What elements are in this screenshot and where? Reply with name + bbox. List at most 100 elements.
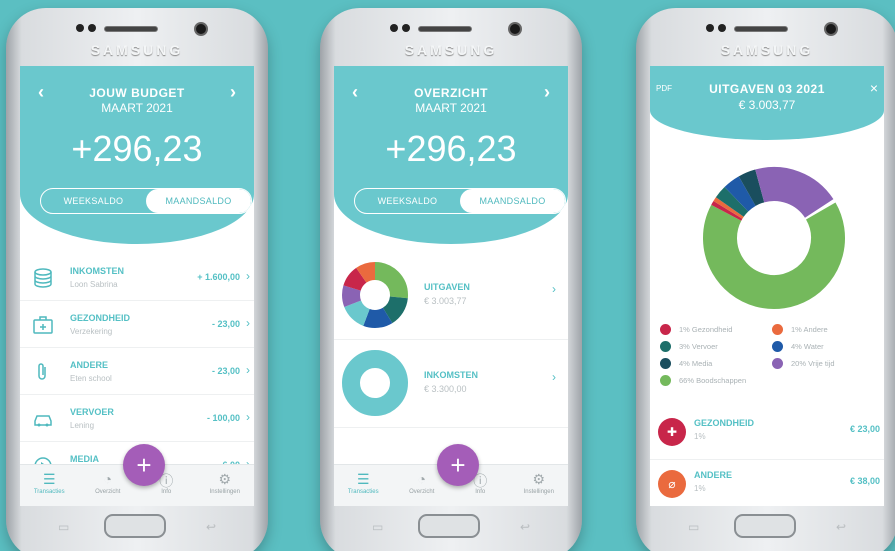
add-transaction-button[interactable]: + xyxy=(123,444,165,486)
row-value: - 23,00 xyxy=(211,366,240,376)
back-icon[interactable]: ↩ xyxy=(206,520,216,534)
phone-top-bezel: SAMSUNG xyxy=(636,8,895,66)
expenses-total: € 3.003,77 xyxy=(738,98,796,112)
row-title: INKOMSTEN xyxy=(70,266,124,276)
row-value: € 23,00 xyxy=(849,424,880,434)
tab-maandsaldo[interactable]: MAANDSALDO xyxy=(146,189,251,213)
coins-icon xyxy=(32,268,54,288)
category-title: INKOMSTEN xyxy=(424,370,478,380)
list-item[interactable]: ✚ GEZONDHEID 1% € 23,00 xyxy=(650,408,884,460)
legend-item: 4% Water xyxy=(772,341,824,352)
expenses-header: PDF × UITGAVEN 03 2021 € 3.003,77 xyxy=(650,66,884,140)
balance-amount: +296,23 xyxy=(71,128,203,169)
balance-amount: +296,23 xyxy=(385,128,517,169)
row-value: - 23,00 xyxy=(211,319,240,329)
gear-icon: ⚙ xyxy=(532,471,546,487)
legend-item: 1% Gezondheid xyxy=(660,324,732,335)
row-title: GEZONDHEID xyxy=(70,313,131,323)
category-amount: € 3.300,00 xyxy=(424,384,467,394)
phone-uitgaven: SAMSUNG PDF × UITGAVEN 03 2021 € 3.003,7… xyxy=(636,8,895,551)
phone-brand: SAMSUNG xyxy=(404,42,498,58)
row-value: € 38,00 xyxy=(849,476,880,486)
chevron-right-icon: › xyxy=(552,370,556,384)
tab-weeksaldo[interactable]: WEEKSALDO xyxy=(355,189,460,213)
legend-item: 66% Boodschappen xyxy=(660,375,746,386)
chevron-right-icon: › xyxy=(246,269,250,283)
chevron-right-icon: › xyxy=(246,316,250,330)
phone-brand: SAMSUNG xyxy=(720,42,814,58)
legend-item: 4% Media xyxy=(660,358,712,369)
chevron-right-icon: › xyxy=(552,282,556,296)
row-title: GEZONDHEID xyxy=(694,418,755,428)
phone-brand: SAMSUNG xyxy=(90,42,184,58)
category-inkomsten[interactable]: INKOMSTEN € 3.300,00 › xyxy=(334,340,568,428)
row-desc: Verzekering xyxy=(70,327,113,336)
home-button[interactable] xyxy=(734,514,796,538)
list-item[interactable]: GEZONDHEID Verzekering - 23,00 › xyxy=(20,301,254,348)
row-title: VERVOER xyxy=(70,407,114,417)
page-title: JOUW BUDGET xyxy=(89,86,185,100)
sensor-dots xyxy=(390,24,410,32)
row-value: + 1.600,00 xyxy=(197,272,240,282)
app-screen-overzicht: ‹ › OVERZICHT MAART 2021 +296,23 WEEKSAL… xyxy=(334,66,568,506)
medical-kit-icon: ✚ xyxy=(658,418,686,446)
front-camera xyxy=(824,22,838,36)
category-title: UITGAVEN xyxy=(424,282,470,292)
recent-apps-icon[interactable]: ▭ xyxy=(372,520,383,534)
category-uitgaven[interactable]: UITGAVEN € 3.003,77 › xyxy=(334,252,568,340)
list-icon: ☰ xyxy=(356,471,370,487)
sensor-dots xyxy=(76,24,96,32)
tab-maandsaldo[interactable]: MAANDSALDO xyxy=(460,189,565,213)
nav-instellingen[interactable]: ⚙ Instellingen xyxy=(510,465,569,506)
recent-apps-icon[interactable]: ▭ xyxy=(688,520,699,534)
nav-instellingen[interactable]: ⚙ Instellingen xyxy=(196,465,255,506)
income-donut-icon xyxy=(342,350,408,416)
list-icon: ☰ xyxy=(42,471,56,487)
row-value: - 100,00 xyxy=(206,413,240,423)
list-item[interactable]: ANDERE Eten school - 23,00 › xyxy=(20,348,254,395)
expenses-donut-icon xyxy=(342,262,408,328)
phone-top-bezel: SAMSUNG xyxy=(320,8,582,66)
row-title: ANDERE xyxy=(70,360,109,370)
app-screen-budget: ‹ › JOUW BUDGET MAART 2021 +296,23 WEEKS… xyxy=(20,66,254,506)
front-camera xyxy=(194,22,208,36)
legend-item: 20% Vrije tijd xyxy=(772,358,835,369)
row-desc: 1% xyxy=(694,432,706,441)
home-button[interactable] xyxy=(418,514,480,538)
row-desc: Eten school xyxy=(70,374,112,383)
gear-icon: ⚙ xyxy=(218,471,232,487)
back-icon[interactable]: ↩ xyxy=(836,520,846,534)
list-item[interactable]: INKOMSTEN Loon Sabrina + 1.600,00 › xyxy=(20,254,254,301)
add-transaction-button[interactable]: + xyxy=(437,444,479,486)
home-button[interactable] xyxy=(104,514,166,538)
category-amount: € 3.003,77 xyxy=(424,296,467,306)
app-screen-uitgaven: PDF × UITGAVEN 03 2021 € 3.003,77 1% Gez… xyxy=(650,66,884,506)
row-title: ANDERE xyxy=(694,470,733,480)
chevron-right-icon: › xyxy=(246,410,250,424)
speaker-grille xyxy=(104,26,158,32)
sensor-dots xyxy=(706,24,726,32)
row-desc: 1% xyxy=(694,484,706,493)
period-toggle: WEEKSALDO MAANDSALDO xyxy=(40,188,252,214)
row-title: MEDIA xyxy=(70,454,99,464)
chevron-right-icon: › xyxy=(246,363,250,377)
legend-item: 3% Vervoer xyxy=(660,341,718,352)
nav-transacties[interactable]: ☰ Transacties xyxy=(20,465,79,506)
phone-overzicht: SAMSUNG ‹ › OVERZICHT MAART 2021 +296,23… xyxy=(320,8,582,551)
row-desc: Lening xyxy=(70,421,95,430)
list-item[interactable]: ⌀ ANDERE 1% € 38,00 xyxy=(650,460,884,506)
nav-transacties[interactable]: ☰ Transacties xyxy=(334,465,393,506)
legend-item: 1% Andere xyxy=(772,324,828,335)
phone-budget: SAMSUNG ‹ › JOUW BUDGET MAART 2021 +296,… xyxy=(6,8,268,551)
month-label: MAART 2021 xyxy=(415,101,487,115)
period-toggle: WEEKSALDO MAANDSALDO xyxy=(354,188,566,214)
overview-header: ‹ › OVERZICHT MAART 2021 +296,23 WEEKSAL… xyxy=(334,66,568,244)
recent-apps-icon[interactable]: ▭ xyxy=(58,520,69,534)
tab-weeksaldo[interactable]: WEEKSALDO xyxy=(41,189,146,213)
budget-header: ‹ › JOUW BUDGET MAART 2021 +296,23 WEEKS… xyxy=(20,66,254,244)
paperclip-icon xyxy=(32,362,54,382)
back-icon[interactable]: ↩ xyxy=(520,520,530,534)
expenses-donut-chart xyxy=(703,167,845,309)
month-label: MAART 2021 xyxy=(101,101,173,115)
list-item[interactable]: VERVOER Lening - 100,00 › xyxy=(20,395,254,442)
